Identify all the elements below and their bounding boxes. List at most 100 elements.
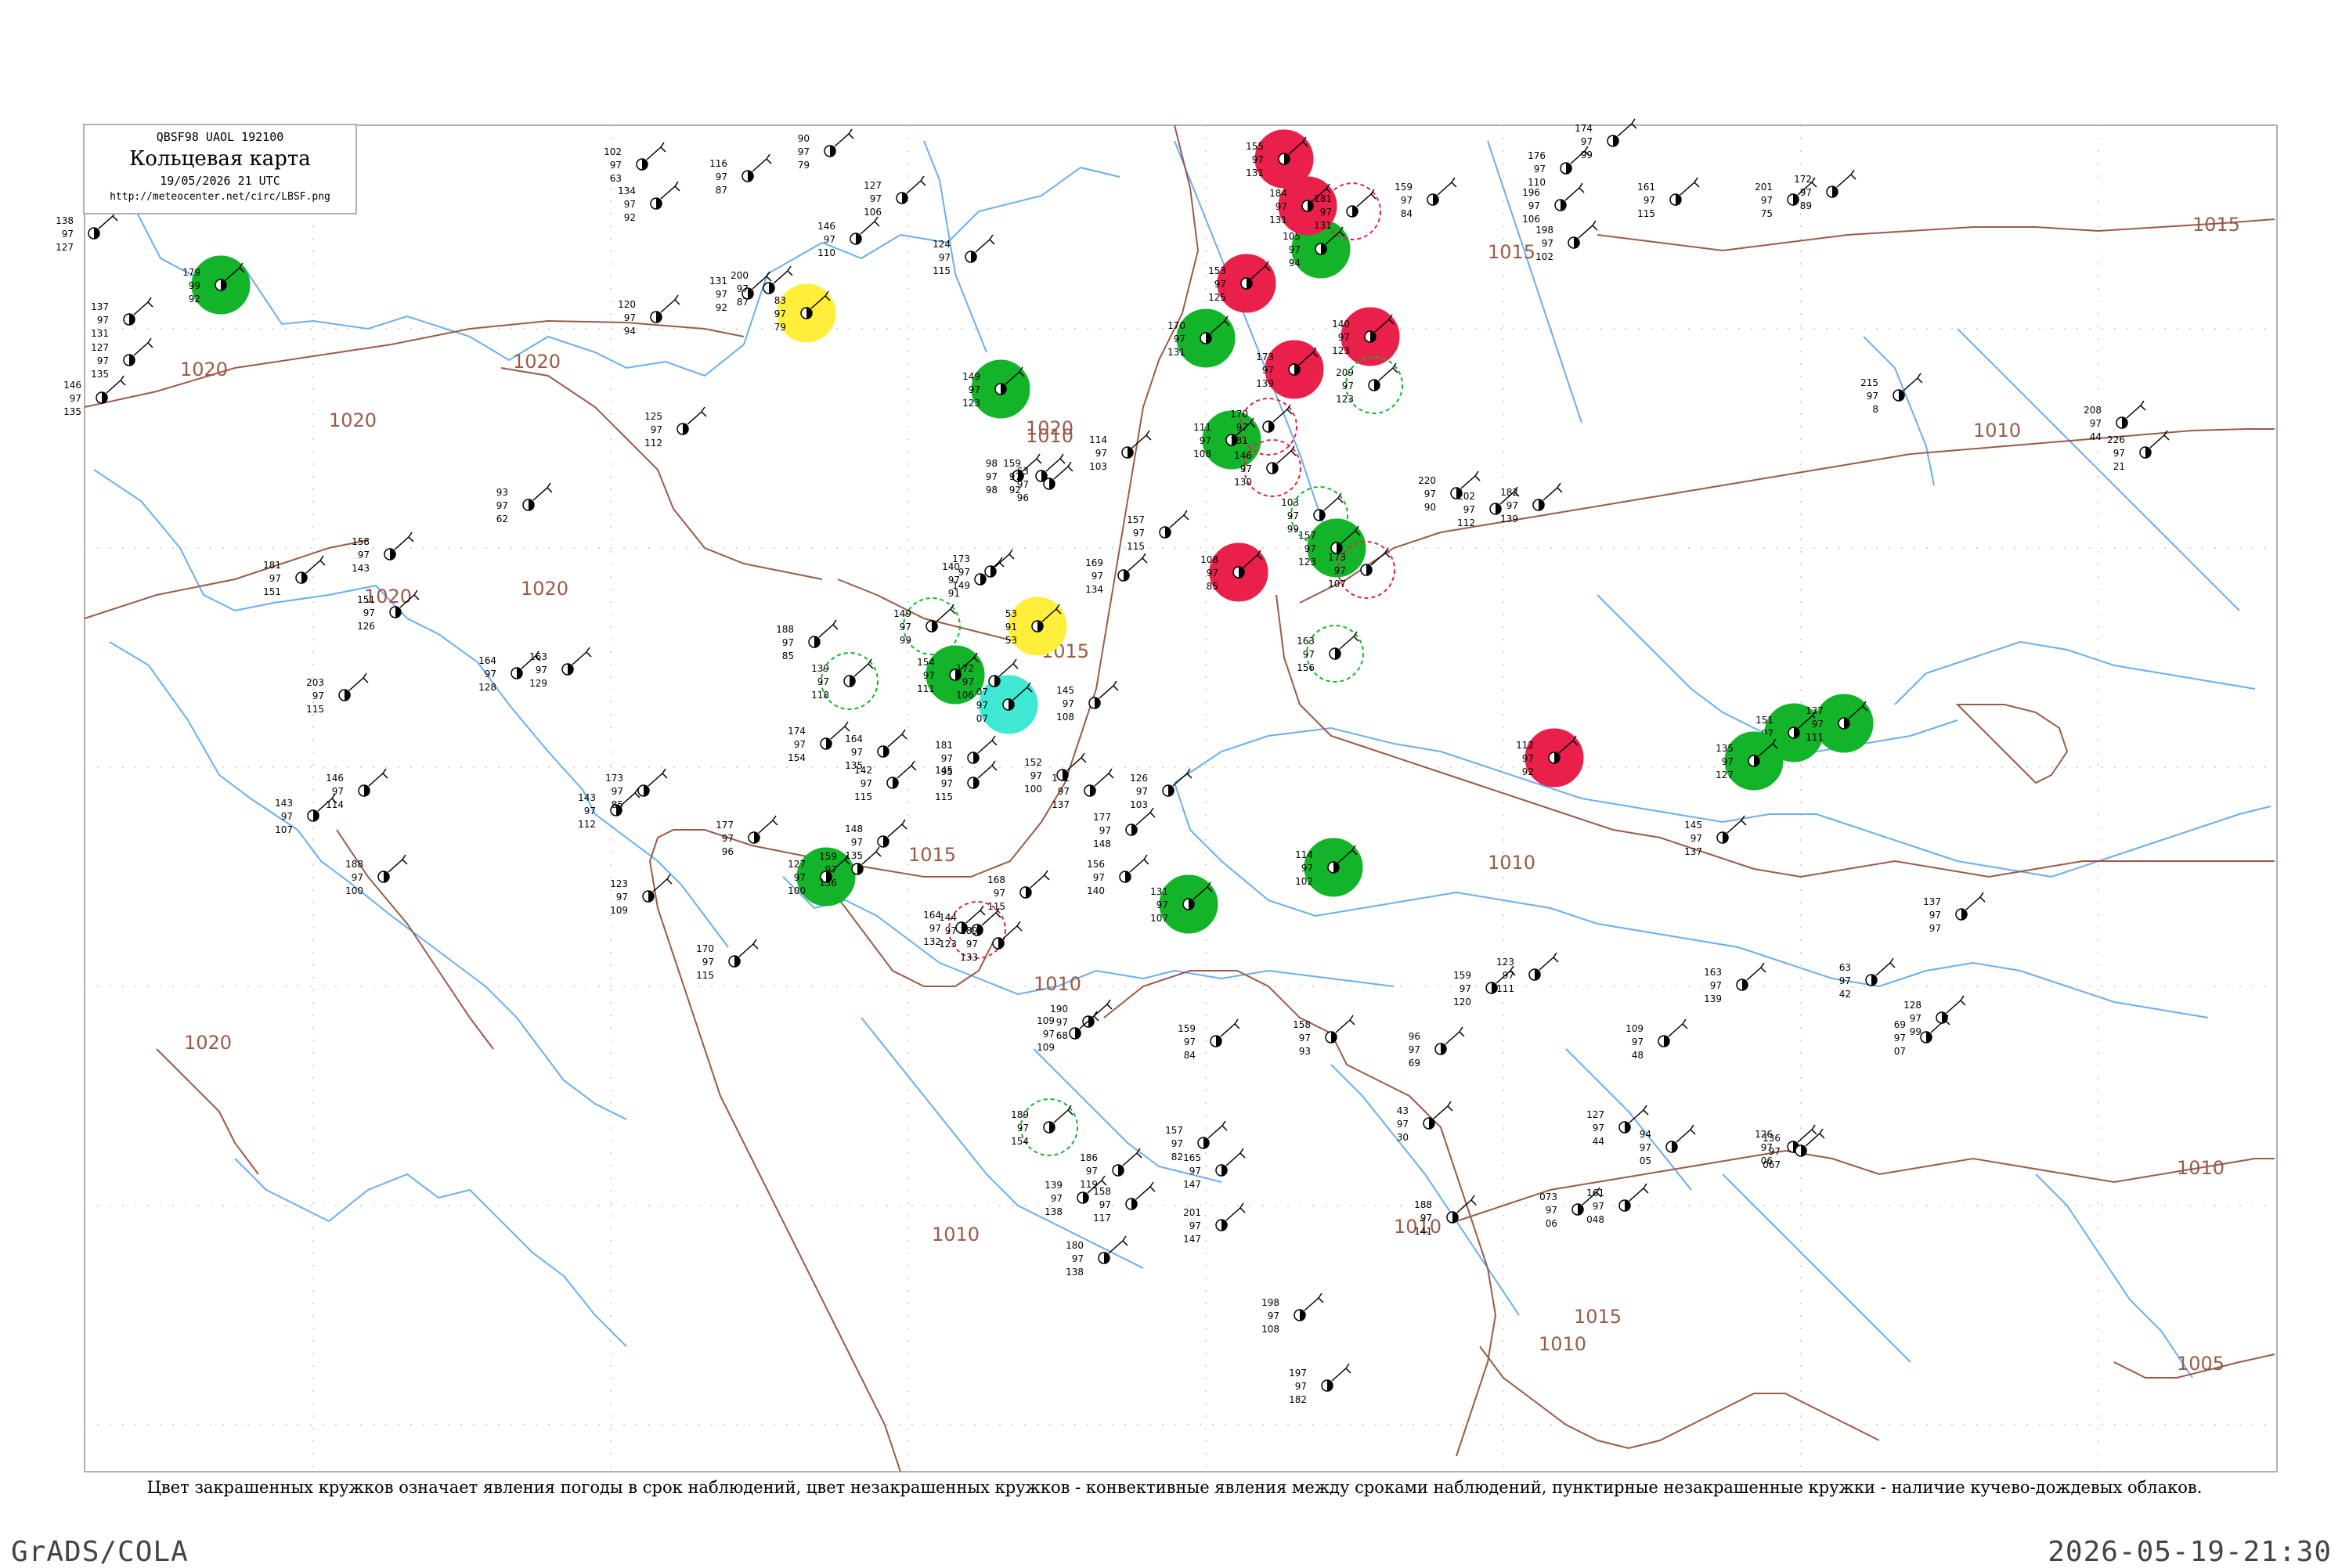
station-value: 97	[1929, 923, 1941, 934]
station-value: 137	[1052, 799, 1070, 810]
station-value: 189	[1011, 1109, 1029, 1120]
station-value: 75	[1761, 208, 1773, 219]
station-value: 137	[1923, 896, 1941, 907]
station-value: 107	[275, 824, 293, 835]
station-value: 97	[1401, 195, 1413, 206]
station-value: 97	[969, 384, 980, 395]
station-value: 97	[702, 957, 714, 968]
station-value: 128	[478, 682, 496, 693]
station-value: 145	[935, 765, 953, 776]
station-value: 130	[1234, 477, 1252, 488]
station-value: 97	[2113, 448, 2125, 459]
station-value: 106	[1522, 214, 1540, 225]
station-value: 156	[1087, 859, 1105, 870]
station-value: 97	[1420, 1213, 1432, 1224]
station-value: 97	[1304, 543, 1316, 554]
station-value: 118	[811, 690, 829, 701]
station-value: 91	[1005, 622, 1017, 633]
station-value: 87	[716, 185, 727, 196]
station-value: 97	[1189, 1166, 1201, 1177]
station-value: 21	[2113, 461, 2125, 472]
station-value: 44	[1593, 1136, 1604, 1147]
station-value: 168	[987, 874, 1005, 885]
station-value: 97	[782, 637, 794, 648]
station-value: 102	[1535, 251, 1553, 262]
station-value: 85	[612, 799, 623, 810]
station-value: 110	[817, 247, 835, 258]
station-value: 97	[1506, 500, 1518, 511]
station-value: 97	[1910, 1013, 1921, 1024]
station-value: 97	[1710, 980, 1722, 991]
station-value: 109	[1037, 1015, 1055, 1026]
station-value: 157	[1165, 1125, 1183, 1136]
station-value: 144	[939, 912, 957, 923]
station-value: 215	[1860, 377, 1878, 388]
station-value: 97	[716, 171, 727, 182]
station-value: 174	[788, 726, 806, 737]
isobar-label: 1020	[184, 1032, 232, 1054]
station-value: 92	[716, 302, 727, 313]
footer-right: 2026-05-19-21:30	[2048, 1536, 2332, 1568]
station-value: 97	[363, 607, 375, 618]
station-value: 97	[1812, 719, 1824, 730]
station-value: 69	[1409, 1058, 1420, 1069]
station-value: 97	[651, 424, 662, 435]
station-value: 97	[1320, 207, 1332, 218]
station-value: 127	[56, 242, 74, 253]
station-value: 42	[1839, 989, 1851, 1000]
station-value: 139	[1045, 1180, 1063, 1191]
isobar-label: 1010	[1973, 420, 2021, 442]
station-value: 97	[1189, 1220, 1201, 1231]
station-value: 186	[1080, 1152, 1098, 1163]
station-value: 202	[1457, 491, 1475, 502]
station-value: 108	[1193, 449, 1211, 460]
station-value: 139	[1704, 993, 1722, 1004]
station-value: 07	[1894, 1046, 1906, 1057]
station-value: 97	[900, 622, 911, 633]
station-value: 97	[1522, 753, 1534, 764]
station-value: 97	[1093, 872, 1105, 883]
station-value: 143	[275, 798, 293, 809]
station-value: 92	[189, 294, 200, 305]
station-value: 103	[1281, 497, 1299, 508]
station-value: 146	[1234, 450, 1252, 461]
station-value: 182	[1500, 487, 1518, 498]
station-value: 117	[1093, 1213, 1111, 1224]
isobar-label: 1010	[2177, 1157, 2225, 1179]
station-value: 96	[1409, 1031, 1420, 1042]
station-value: 97	[1409, 1044, 1420, 1055]
station-value: 173	[1256, 351, 1274, 362]
station-value: 97	[1072, 1253, 1084, 1264]
station-value: 145	[1056, 685, 1074, 696]
station-value: 97	[1342, 380, 1354, 391]
station-value: 164	[478, 655, 496, 666]
station-value: 164	[845, 734, 863, 744]
station-value: 128	[1903, 1000, 1921, 1011]
station-value: 97	[1397, 1119, 1409, 1130]
station-value: 97	[624, 312, 636, 323]
station-value: 97	[945, 925, 957, 936]
station-value: 97	[1174, 333, 1185, 344]
station-value: 97	[1769, 1146, 1781, 1157]
station-value: 135	[91, 369, 109, 380]
station-value: 190	[1050, 1004, 1068, 1015]
station-value: 196	[1522, 187, 1540, 198]
station-value: 181	[935, 740, 953, 751]
station-value: 163	[1297, 636, 1315, 647]
station-value: 173	[605, 773, 623, 784]
station-value: 97	[1136, 786, 1148, 797]
station-value: 189	[960, 925, 978, 936]
station-value: 97	[1463, 504, 1475, 515]
station-value: 112	[1457, 517, 1475, 528]
station-value: 63	[610, 173, 622, 184]
station-value: 103	[1130, 799, 1148, 810]
station-value: 97	[870, 193, 882, 204]
station-value: 97	[1207, 568, 1218, 579]
station-value: 146	[817, 221, 835, 232]
station-value: 97	[1334, 565, 1346, 576]
station-value: 145	[1684, 820, 1702, 831]
station-value: 97	[312, 690, 324, 701]
isobar-label: 1010	[932, 1224, 980, 1245]
station-value: 163	[1704, 967, 1722, 978]
station-value: 44	[2090, 431, 2102, 442]
